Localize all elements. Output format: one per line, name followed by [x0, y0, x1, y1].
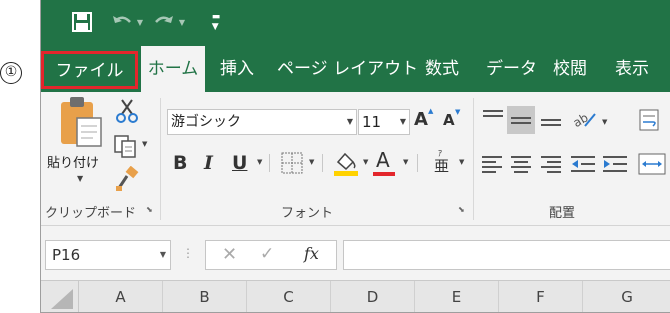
group-divider — [160, 98, 161, 220]
column-header-b[interactable]: B — [163, 281, 247, 312]
cancel-icon[interactable]: ✕ — [222, 244, 237, 265]
underline-icon[interactable]: U — [232, 150, 247, 176]
font-name-dropdown-icon[interactable]: ▼ — [347, 110, 353, 134]
excel-window: ▼ ▼ ▬ ▼ ファイル ホーム 挿入 ページ レイアウト 数式 データ 校閲 表… — [40, 0, 670, 313]
divider — [417, 154, 418, 172]
customize-qat-icon[interactable]: ▬ ▼ — [209, 11, 223, 33]
column-header-f[interactable]: F — [499, 281, 583, 312]
increase-indent-icon[interactable] — [602, 154, 628, 178]
name-box[interactable]: P16 ▼ — [45, 240, 171, 270]
paste-button[interactable]: 貼り付け ▼ — [45, 96, 111, 192]
ribbon-tabs: ファイル ホーム 挿入 ページ レイアウト 数式 データ 校閲 表示 — [41, 46, 670, 92]
merge-center-icon[interactable] — [638, 152, 666, 180]
font-color-swatch — [373, 172, 395, 176]
copy-icon[interactable] — [113, 134, 139, 162]
tab-review[interactable]: 校閲 — [553, 46, 587, 92]
clipboard-group-label: クリップボード — [45, 206, 137, 221]
increase-font-size-icon[interactable]: A ▲ — [414, 107, 433, 130]
tab-data[interactable]: データ — [486, 46, 537, 92]
align-bottom-icon[interactable] — [539, 108, 563, 132]
formula-input[interactable] — [343, 240, 670, 270]
phonetic-dropdown-icon[interactable]: ▼ — [459, 158, 464, 166]
italic-icon[interactable]: I — [204, 150, 213, 176]
column-header-e[interactable]: E — [415, 281, 499, 312]
tab-file[interactable]: ファイル — [41, 51, 138, 89]
redo-dropdown-icon[interactable]: ▼ — [177, 11, 187, 33]
font-color-icon[interactable]: A — [373, 148, 395, 176]
screenshot: ① ▼ ▼ ▬ ▼ ファイル ホーム 挿入 ページ レイアウト 数式 データ 校閲… — [0, 0, 670, 313]
column-header-a[interactable]: A — [79, 281, 163, 312]
step-number-badge: ① — [0, 62, 22, 84]
column-header-d[interactable]: D — [331, 281, 415, 312]
name-box-value: P16 — [52, 246, 81, 264]
copy-dropdown-icon[interactable]: ▼ — [142, 140, 147, 148]
insert-function-icon[interactable]: fx — [304, 244, 319, 263]
column-header-row: A B C D E F G — [41, 280, 670, 312]
tab-page-layout[interactable]: ページ レイアウト — [277, 46, 418, 92]
paste-dropdown-icon[interactable]: ▼ — [77, 174, 83, 183]
alignment-group-label: 配置 — [549, 206, 576, 221]
paste-label: 貼り付け — [47, 156, 100, 171]
save-icon[interactable] — [71, 11, 93, 33]
name-box-dropdown-icon[interactable]: ▼ — [160, 241, 166, 269]
ribbon-home: 貼り付け ▼ ▼ クリップボード ⬊ 游ゴシック ▼ 11 ▼ A ▲ A ▼ … — [41, 92, 670, 226]
formula-bar-grip-icon[interactable]: ⋮ — [182, 246, 194, 260]
fill-color-dropdown-icon[interactable]: ▼ — [363, 158, 368, 166]
align-middle-icon[interactable] — [507, 106, 535, 134]
borders-icon[interactable] — [281, 152, 303, 178]
column-header-c[interactable]: C — [247, 281, 331, 312]
tab-formulas[interactable]: 数式 — [425, 46, 459, 92]
svg-text:ab: ab — [571, 110, 591, 130]
font-group-label: フォント — [281, 206, 334, 221]
cut-icon[interactable] — [115, 98, 139, 128]
format-painter-icon[interactable] — [115, 165, 139, 196]
divider — [269, 154, 270, 172]
divider — [322, 154, 323, 172]
bold-icon[interactable]: B — [173, 150, 187, 176]
column-header-g[interactable]: G — [583, 281, 670, 312]
orientation-dropdown-icon[interactable]: ▼ — [602, 118, 607, 126]
clipboard-launcher-icon[interactable]: ⬊ — [146, 205, 156, 215]
borders-dropdown-icon[interactable]: ▼ — [309, 158, 314, 166]
font-color-dropdown-icon[interactable]: ▼ — [403, 158, 408, 166]
tab-home[interactable]: ホーム — [141, 46, 205, 92]
decrease-indent-icon[interactable] — [570, 154, 596, 178]
font-size-value: 11 — [362, 113, 382, 131]
decrease-font-size-icon[interactable]: A ▼ — [443, 108, 460, 129]
font-size-dropdown-icon[interactable]: ▼ — [400, 110, 406, 134]
font-name-box[interactable]: 游ゴシック ▼ — [167, 109, 357, 135]
formula-bar: P16 ▼ ⋮ ✕ ✓ fx — [41, 226, 670, 280]
align-top-icon[interactable] — [481, 108, 505, 132]
tab-view[interactable]: 表示 — [615, 46, 649, 92]
align-right-icon[interactable] — [540, 154, 562, 178]
undo-dropdown-icon[interactable]: ▼ — [135, 11, 145, 33]
align-left-icon[interactable] — [481, 154, 503, 178]
group-divider — [473, 98, 474, 220]
orientation-icon[interactable]: ab — [571, 108, 601, 134]
font-launcher-icon[interactable]: ⬊ — [458, 205, 468, 215]
paste-icon — [61, 97, 102, 147]
underline-dropdown-icon[interactable]: ▼ — [257, 158, 262, 166]
enter-check-icon[interactable]: ✓ — [260, 244, 274, 264]
align-center-icon[interactable] — [510, 154, 532, 178]
undo-icon[interactable] — [111, 11, 133, 33]
title-bar: ▼ ▼ ▬ ▼ — [41, 0, 670, 46]
font-name-value: 游ゴシック — [171, 114, 241, 130]
fill-color-icon[interactable] — [333, 150, 359, 180]
select-all-triangle-icon — [51, 289, 73, 309]
font-size-box[interactable]: 11 ▼ — [358, 109, 410, 135]
select-all-button[interactable] — [41, 281, 79, 312]
tab-insert[interactable]: 挿入 — [220, 46, 254, 92]
redo-icon[interactable] — [153, 11, 175, 33]
wrap-text-icon[interactable] — [638, 108, 662, 136]
phonetic-guide-icon[interactable]: ｱ 亜 — [434, 150, 449, 175]
formula-bar-buttons: ✕ ✓ fx — [205, 240, 337, 270]
